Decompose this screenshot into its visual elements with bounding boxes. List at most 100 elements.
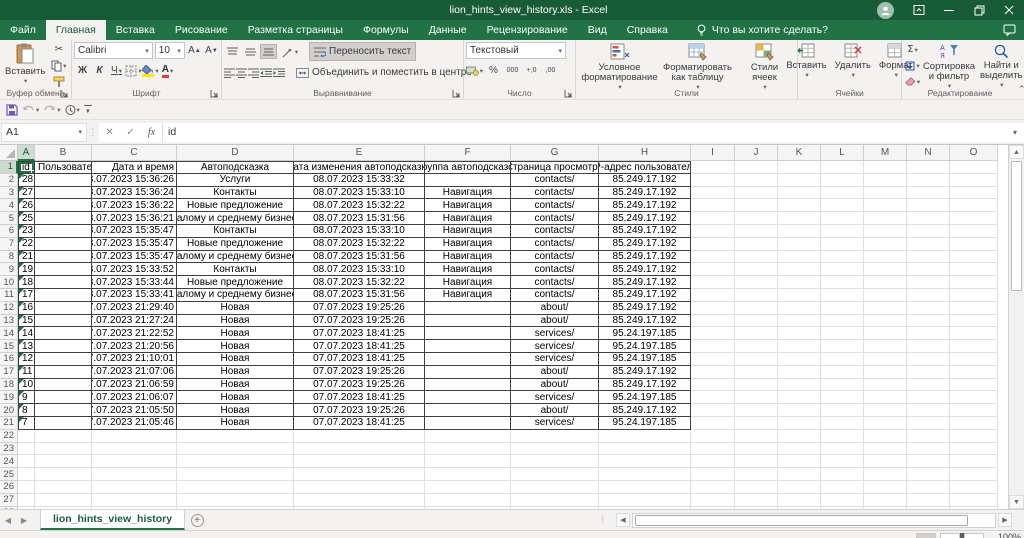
cell-A26[interactable] (18, 481, 35, 494)
cell-L21[interactable] (821, 417, 864, 430)
cell-F19[interactable] (425, 391, 511, 404)
cell-M15[interactable] (864, 340, 907, 353)
cell-E23[interactable] (294, 443, 425, 456)
cell-O21[interactable] (950, 417, 998, 430)
cell-A12[interactable]: 16 (18, 302, 35, 315)
cell-N17[interactable] (907, 366, 950, 379)
cell-H11[interactable]: 85.249.17.192 (599, 289, 691, 302)
cell-D18[interactable]: Новая (177, 379, 294, 392)
cell-G4[interactable]: contacts/ (511, 199, 599, 212)
cell-M8[interactable] (864, 251, 907, 264)
zoom-slider[interactable] (960, 533, 964, 538)
cell-G20[interactable]: about/ (511, 404, 599, 417)
autosum-button[interactable]: Σ▾ (904, 42, 921, 57)
cell-I2[interactable] (691, 174, 735, 187)
cell-H19[interactable]: 95.24.197.185 (599, 391, 691, 404)
cell-J17[interactable] (735, 366, 778, 379)
row-header-16[interactable]: 16 (0, 353, 18, 366)
customize-qat-button[interactable]: ▼ (84, 105, 92, 114)
cell-D14[interactable]: Новая (177, 327, 294, 340)
clear-button[interactable]: ▾ (904, 74, 921, 89)
col-header-O[interactable]: O (950, 145, 998, 161)
cell-L3[interactable] (821, 187, 864, 200)
cell-M16[interactable] (864, 353, 907, 366)
cell-N14[interactable] (907, 327, 950, 340)
cell-H8[interactable]: 85.249.17.192 (599, 251, 691, 264)
cell-D10[interactable]: Новые предложение (177, 276, 294, 289)
cell-A17[interactable]: 11 (18, 366, 35, 379)
cell-E21[interactable]: 07.07.2023 18:41:25 (294, 417, 425, 430)
cell-F14[interactable] (425, 327, 511, 340)
cell-A18[interactable]: 10 (18, 379, 35, 392)
cell-G23[interactable] (511, 443, 599, 456)
cell-H16[interactable]: 95.24.197.185 (599, 353, 691, 366)
cell-C14[interactable]: 07.07.2023 21:22:52 (92, 327, 177, 340)
cell-M4[interactable] (864, 199, 907, 212)
cell-J4[interactable] (735, 199, 778, 212)
cell-N22[interactable] (907, 430, 950, 443)
cell-I3[interactable] (691, 187, 735, 200)
accounting-format-button[interactable]: ▾ (466, 63, 483, 78)
cell-G2[interactable]: contacts/ (511, 174, 599, 187)
cell-B1[interactable]: Пользователь (35, 161, 92, 174)
cell-L26[interactable] (821, 481, 864, 494)
cell-A3[interactable]: 27 (18, 187, 35, 200)
cell-I9[interactable] (691, 263, 735, 276)
cell-E11[interactable]: 08.07.2023 15:31:56 (294, 289, 425, 302)
orientation-button[interactable]: ▾ (278, 44, 302, 59)
confirm-entry-button[interactable]: ✓ (120, 127, 141, 138)
cell-N7[interactable] (907, 238, 950, 251)
cell-M27[interactable] (864, 494, 907, 507)
cell-E16[interactable]: 07.07.2023 18:41:25 (294, 353, 425, 366)
cell-A11[interactable]: 17 (18, 289, 35, 302)
cell-B9[interactable] (35, 263, 92, 276)
cell-L22[interactable] (821, 430, 864, 443)
cell-N24[interactable] (907, 455, 950, 468)
cell-N26[interactable] (907, 481, 950, 494)
cell-D1[interactable]: Автоподсказка (177, 161, 294, 174)
selection-fill-handle[interactable] (31, 170, 35, 174)
cell-L25[interactable] (821, 468, 864, 481)
select-all-button[interactable] (0, 145, 18, 161)
cell-G25[interactable] (511, 468, 599, 481)
cell-F16[interactable] (425, 353, 511, 366)
cell-N2[interactable] (907, 174, 950, 187)
fill-button[interactable]: ▾ (904, 58, 921, 73)
cell-F8[interactable]: Навигация (425, 251, 511, 264)
row-header-13[interactable]: 13 (0, 315, 18, 328)
cell-N19[interactable] (907, 391, 950, 404)
delete-cells-button[interactable]: Удалить▾ (832, 42, 874, 86)
cell-J26[interactable] (735, 481, 778, 494)
cell-B7[interactable] (35, 238, 92, 251)
cell-F1[interactable]: Группа автоподсказок (425, 161, 511, 174)
cell-D6[interactable]: Контакты (177, 225, 294, 238)
cell-D4[interactable]: Новые предложение (177, 199, 294, 212)
cell-E26[interactable] (294, 481, 425, 494)
formula-bar-expand-button[interactable]: ▾ (1006, 123, 1024, 142)
row-header-18[interactable]: 18 (0, 379, 18, 392)
comma-style-button[interactable]: 000 (504, 63, 521, 78)
cell-J25[interactable] (735, 468, 778, 481)
cell-I18[interactable] (691, 379, 735, 392)
cell-O27[interactable] (950, 494, 998, 507)
cell-A7[interactable]: 22 (18, 238, 35, 251)
ribbon-tab-Разметка страницы[interactable]: Разметка страницы (238, 20, 353, 40)
row-header-21[interactable]: 21 (0, 417, 18, 430)
cell-I23[interactable] (691, 443, 735, 456)
next-sheet-button[interactable]: ▶ (16, 510, 32, 530)
col-header-M[interactable]: M (864, 145, 907, 161)
cell-O22[interactable] (950, 430, 998, 443)
cell-F4[interactable]: Навигация (425, 199, 511, 212)
cell-J7[interactable] (735, 238, 778, 251)
cell-J1[interactable] (735, 161, 778, 174)
cell-F3[interactable]: Навигация (425, 187, 511, 200)
insert-cells-button[interactable]: Вставить▾ (783, 42, 829, 86)
cell-N10[interactable] (907, 276, 950, 289)
row-header-24[interactable]: 24 (0, 455, 18, 468)
cell-B12[interactable] (35, 302, 92, 315)
cell-K19[interactable] (778, 391, 821, 404)
col-header-G[interactable]: G (511, 145, 599, 161)
cell-K14[interactable] (778, 327, 821, 340)
cell-D11[interactable]: Малому и среднему бизнесу (177, 289, 294, 302)
cell-I13[interactable] (691, 315, 735, 328)
